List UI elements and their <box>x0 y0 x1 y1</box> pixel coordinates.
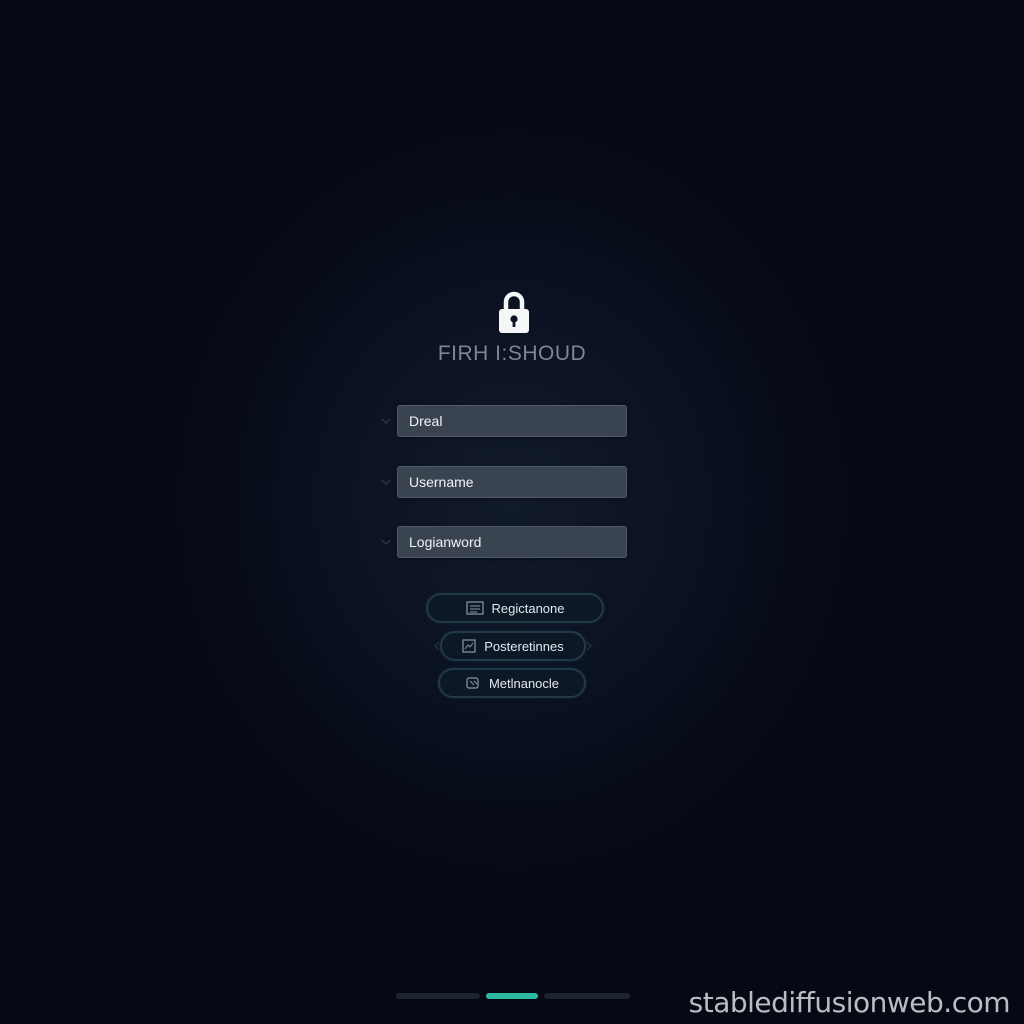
first-input[interactable]: Dreal <box>397 405 627 437</box>
watermark-text: stablediffusionweb.com <box>688 986 1011 1019</box>
method-button[interactable]: Metlnanocle <box>438 668 586 698</box>
preferences-button-label: Posteretinnes <box>484 638 564 654</box>
registration-button[interactable]: Regictanone <box>426 593 604 623</box>
field-row-1: Dreal <box>380 405 632 439</box>
page-dot[interactable] <box>544 993 630 999</box>
image-icon <box>462 639 476 653</box>
field-row-2: Username <box>380 466 632 500</box>
list-icon <box>465 601 484 615</box>
method-button-label: Metlnanocle <box>488 675 560 691</box>
card-icon <box>466 677 479 689</box>
chevron-icon <box>381 479 391 486</box>
registration-button-label: Regictanone <box>491 600 565 616</box>
field-row-3: Logianword <box>380 526 632 560</box>
username-input[interactable]: Username <box>397 466 627 498</box>
chevron-icon <box>381 418 391 425</box>
page-indicator <box>396 993 630 999</box>
page-dot[interactable] <box>396 993 480 999</box>
app-title: FIRH I:SHOUD <box>437 342 587 365</box>
page-dot-active[interactable] <box>486 993 538 999</box>
preferences-button[interactable]: Posteretinnes <box>440 631 586 661</box>
password-input[interactable]: Logianword <box>397 526 627 558</box>
chevron-left-icon <box>433 641 440 651</box>
lock-icon <box>499 291 529 333</box>
chevron-right-icon <box>586 641 593 651</box>
chevron-icon <box>381 539 391 546</box>
